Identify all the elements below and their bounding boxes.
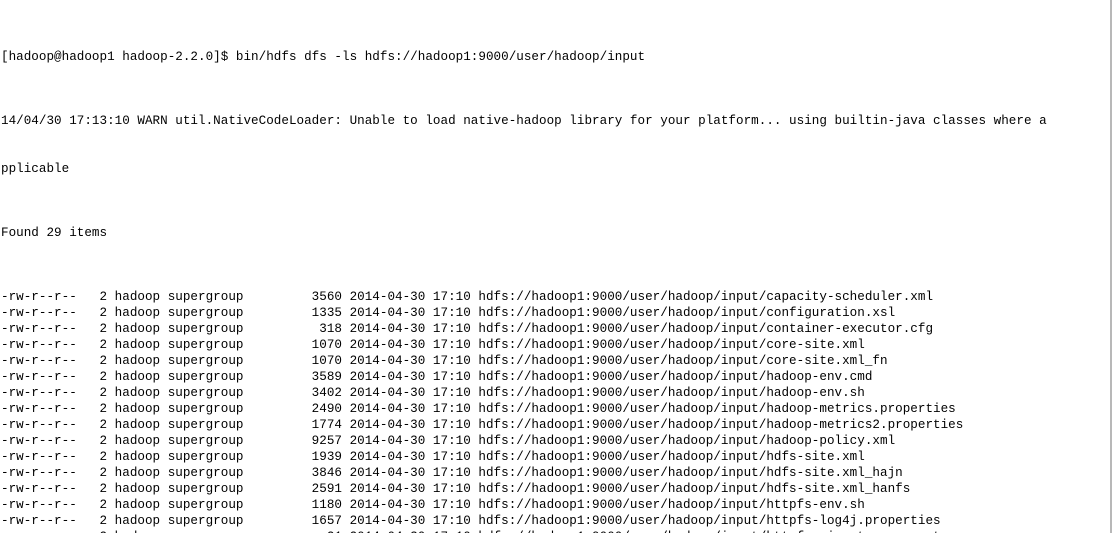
table-row: -rw-r--r-- 2 hadoop supergroup 3846 2014… (1, 466, 903, 480)
table-row: -rw-r--r-- 2 hadoop supergroup 2490 2014… (1, 402, 956, 416)
table-row: -rw-r--r-- 2 hadoop supergroup 9257 2014… (1, 434, 896, 448)
table-row: -rw-r--r-- 2 hadoop supergroup 1070 2014… (1, 354, 888, 368)
table-row: -rw-r--r-- 2 hadoop supergroup 1774 2014… (1, 418, 964, 432)
table-row: -rw-r--r-- 2 hadoop supergroup 1939 2014… (1, 450, 865, 464)
table-row: -rw-r--r-- 2 hadoop supergroup 1180 2014… (1, 498, 865, 512)
table-row: -rw-r--r-- 2 hadoop supergroup 3589 2014… (1, 370, 873, 384)
table-row: -rw-r--r-- 2 hadoop supergroup 1335 2014… (1, 306, 896, 320)
table-row: -rw-r--r-- 2 hadoop supergroup 21 2014-0… (1, 529, 1110, 533)
table-row: -rw-r--r-- 2 hadoop supergroup 3560 2014… (1, 290, 934, 304)
table-row: -rw-r--r-- 2 hadoop supergroup 1657 2014… (1, 514, 941, 528)
found-items-line: Found 29 items (1, 226, 108, 240)
file-listing: -rw-r--r-- 2 hadoop supergroup 3560 2014… (1, 289, 1110, 533)
table-row: -rw-r--r-- 2 hadoop supergroup 2591 2014… (1, 482, 911, 496)
table-row: -rw-r--r-- 2 hadoop supergroup 318 2014-… (1, 322, 934, 336)
warning-line-part1: 14/04/30 17:13:10 WARN util.NativeCodeLo… (1, 114, 1047, 128)
warning-line-part2: pplicable (1, 162, 70, 176)
terminal-screen[interactable]: [hadoop@hadoop1 hadoop-2.2.0]$ bin/hdfs … (1, 1, 1110, 533)
terminal-window[interactable]: [hadoop@hadoop1 hadoop-2.2.0]$ bin/hdfs … (0, 0, 1112, 533)
command-prompt-line: [hadoop@hadoop1 hadoop-2.2.0]$ bin/hdfs … (1, 50, 646, 64)
table-row: -rw-r--r-- 2 hadoop supergroup 1070 2014… (1, 338, 865, 352)
table-row: -rw-r--r-- 2 hadoop supergroup 3402 2014… (1, 386, 865, 400)
